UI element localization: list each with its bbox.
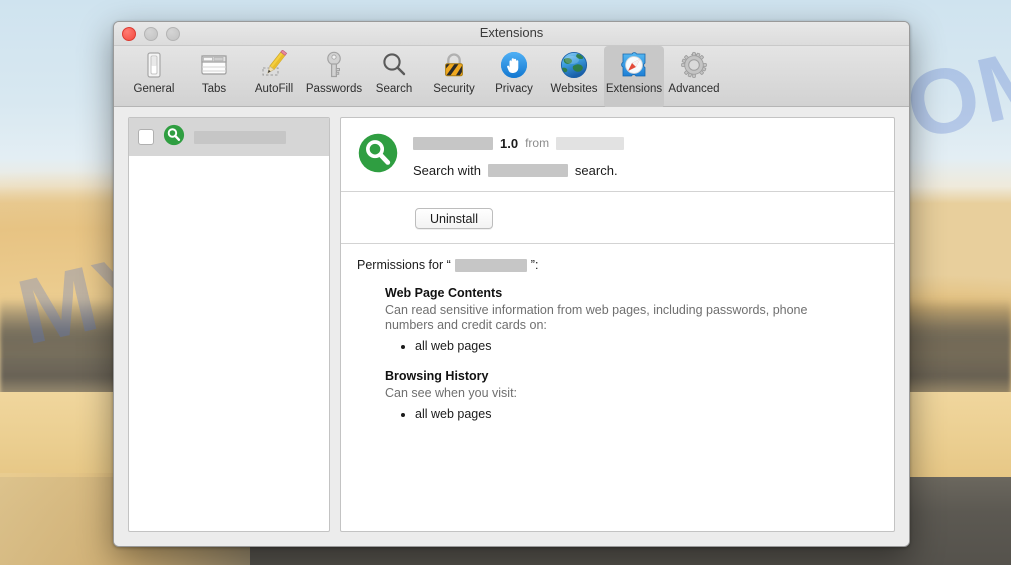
permission-scope-list: all web pages <box>385 406 878 423</box>
extension-name-redacted <box>194 130 286 144</box>
tabs-icon <box>198 49 230 81</box>
autofill-icon <box>258 49 290 81</box>
desktop-background: MYANTISPYWARE.COM Extensions <box>0 0 1011 565</box>
toolbar-item-security[interactable]: Security <box>424 46 484 97</box>
toolbar-label-search: Search <box>375 83 413 95</box>
toolbar-label-websites: Websites <box>550 83 598 95</box>
extension-name-redacted <box>413 136 493 150</box>
permission-group: Browsing History Can see when you visit:… <box>385 369 878 423</box>
extensions-list[interactable] <box>128 117 330 532</box>
toolbar-item-websites[interactable]: Websites <box>544 46 604 97</box>
window-title: Extensions <box>479 25 544 40</box>
extension-description: Search with search. <box>413 163 878 178</box>
extensions-icon <box>618 49 650 81</box>
toolbar-label-privacy: Privacy <box>495 83 533 95</box>
toolbar-item-autofill[interactable]: AutoFill <box>244 46 304 97</box>
permission-group-title: Browsing History <box>385 369 489 383</box>
description-suffix: search. <box>574 163 618 178</box>
window-titlebar[interactable]: Extensions <box>114 22 909 46</box>
permissions-extension-name-redacted <box>454 258 527 272</box>
extension-meta: 1.0 from Search with search. <box>413 132 878 179</box>
from-label: from <box>525 136 550 150</box>
extension-publisher-redacted <box>556 136 625 150</box>
toolbar-label-tabs: Tabs <box>201 83 227 95</box>
security-icon <box>438 49 470 81</box>
toolbar-item-advanced[interactable]: Advanced <box>664 46 724 97</box>
passwords-icon <box>318 49 350 81</box>
description-prefix: Search with <box>413 163 481 178</box>
search-icon <box>378 49 410 81</box>
toolbar-item-passwords[interactable]: Passwords <box>304 46 364 97</box>
green-magnifier-icon <box>163 124 185 151</box>
description-redacted <box>487 164 568 177</box>
extension-detail-panel: 1.0 from Search with search. Uninstall P… <box>340 117 895 532</box>
toolbar-label-extensions: Extensions <box>605 83 663 95</box>
permissions-heading: Permissions for “ ”: <box>357 258 878 272</box>
websites-icon <box>558 49 590 81</box>
permission-group-description: Can read sensitive information from web … <box>385 303 808 332</box>
uninstall-button[interactable]: Uninstall <box>415 208 493 229</box>
general-icon <box>138 49 170 81</box>
toolbar-label-advanced: Advanced <box>668 83 720 95</box>
toolbar-item-general[interactable]: General <box>124 46 184 97</box>
permissions-section: Permissions for “ ”: Web Page Contents C… <box>341 244 894 439</box>
toolbar-label-general: General <box>133 83 175 95</box>
privacy-icon <box>498 49 530 81</box>
extensions-pane: 1.0 from Search with search. Uninstall P… <box>114 107 909 546</box>
green-magnifier-icon <box>357 132 399 179</box>
permission-group-title: Web Page Contents <box>385 286 503 300</box>
toolbar-item-extensions[interactable]: Extensions <box>604 46 664 108</box>
toolbar-item-privacy[interactable]: Privacy <box>484 46 544 97</box>
toolbar-item-search[interactable]: Search <box>364 46 424 97</box>
permission-group: Web Page Contents Can read sensitive inf… <box>385 286 878 355</box>
toolbar-label-autofill: AutoFill <box>254 83 294 95</box>
list-item[interactable] <box>129 118 329 156</box>
toolbar-label-security: Security <box>433 83 475 95</box>
extension-enable-checkbox[interactable] <box>138 129 154 145</box>
permission-group-description: Can see when you visit: <box>385 386 518 400</box>
extension-name-row: 1.0 from <box>413 135 878 151</box>
advanced-icon <box>678 49 710 81</box>
preferences-toolbar: General Tabs AutoFill Passwords Search S… <box>114 46 909 108</box>
safari-preferences-window: Extensions General Tabs AutoFill Passwor… <box>113 21 910 547</box>
permission-scope-item: all web pages <box>415 338 878 355</box>
permission-scope-item: all web pages <box>415 406 878 423</box>
permissions-heading-prefix: Permissions for “ <box>357 258 451 272</box>
permissions-heading-suffix: ”: <box>530 258 539 272</box>
extension-version: 1.0 <box>500 135 519 151</box>
toolbar-label-passwords: Passwords <box>305 83 363 95</box>
extension-header: 1.0 from Search with search. <box>341 118 894 192</box>
toolbar-item-tabs[interactable]: Tabs <box>184 46 244 97</box>
permission-scope-list: all web pages <box>385 338 878 355</box>
